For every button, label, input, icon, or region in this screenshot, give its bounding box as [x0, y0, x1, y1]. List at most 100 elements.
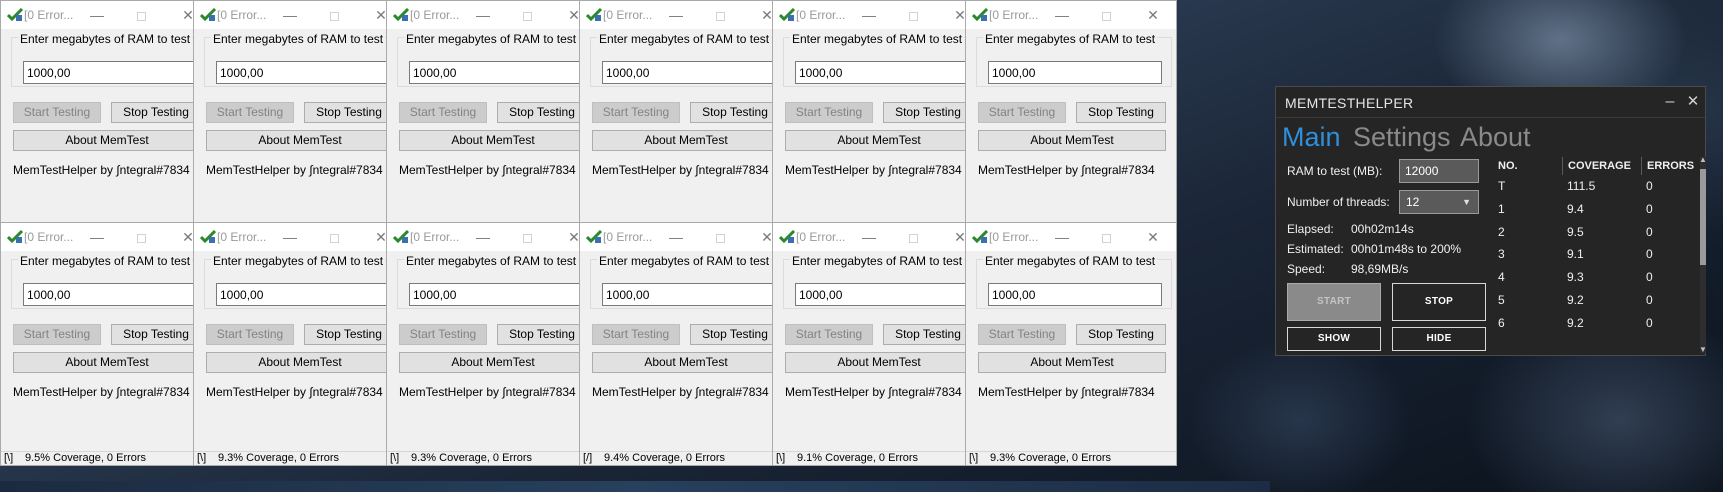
stop-testing-button[interactable]: Stop Testing — [883, 324, 973, 345]
start-testing-button[interactable]: Start Testing — [13, 324, 101, 345]
about-memtest-button[interactable]: About MemTest — [592, 130, 780, 151]
start-testing-button[interactable]: Start Testing — [592, 102, 680, 123]
tab-settings[interactable]: Settings — [1353, 122, 1451, 153]
maximize-icon[interactable] — [323, 226, 345, 248]
start-testing-button[interactable]: Start Testing — [399, 102, 487, 123]
table-row[interactable]: 6 9.2 0 — [1496, 316, 1681, 338]
threads-select[interactable]: 12 ▼ — [1399, 190, 1479, 214]
minimize-icon[interactable]: — — [858, 226, 880, 248]
ram-input[interactable] — [409, 283, 583, 306]
memtest-window[interactable]: [0 Error... — ✕ Enter megabytes of RAM t… — [193, 0, 405, 244]
about-memtest-button[interactable]: About MemTest — [978, 352, 1166, 373]
ram-input[interactable] — [409, 61, 583, 84]
start-testing-button[interactable]: Start Testing — [592, 324, 680, 345]
table-row[interactable]: 3 9.1 0 — [1496, 247, 1681, 269]
start-testing-button[interactable]: Start Testing — [206, 324, 294, 345]
memtest-window[interactable]: [0 Error... — ✕ Enter megabytes of RAM t… — [965, 222, 1177, 466]
memtest-window[interactable]: [0 Error... — ✕ Enter megabytes of RAM t… — [772, 0, 984, 244]
ram-input[interactable] — [23, 283, 197, 306]
start-testing-button[interactable]: Start Testing — [206, 102, 294, 123]
about-memtest-button[interactable]: About MemTest — [13, 352, 201, 373]
memtesthelper-window[interactable]: MEMTESTHELPER – ✕ Main Settings About RA… — [1275, 86, 1709, 356]
maximize-icon[interactable] — [1095, 4, 1117, 26]
title-bar[interactable]: [0 Error... — ✕ — [773, 1, 983, 29]
memtest-window[interactable]: [0 Error... — ✕ Enter megabytes of RAM t… — [386, 0, 598, 244]
minimize-icon[interactable]: — — [665, 226, 687, 248]
minimize-icon[interactable]: — — [279, 226, 301, 248]
table-scrollbar[interactable]: ▲ ▼ — [1697, 155, 1709, 355]
title-bar[interactable]: [0 Error... — ✕ — [194, 223, 404, 251]
minimize-icon[interactable]: — — [86, 4, 108, 26]
stop-testing-button[interactable]: Stop Testing — [1076, 102, 1166, 123]
title-bar[interactable]: [0 Error... — ✕ — [773, 223, 983, 251]
minimize-icon[interactable]: — — [858, 4, 880, 26]
ram-input[interactable] — [795, 283, 969, 306]
stop-testing-button[interactable]: Stop Testing — [497, 324, 587, 345]
start-testing-button[interactable]: Start Testing — [399, 324, 487, 345]
title-bar[interactable]: [0 Error... — ✕ — [966, 223, 1176, 251]
about-memtest-button[interactable]: About MemTest — [399, 130, 587, 151]
table-row[interactable]: T 111.5 0 — [1496, 179, 1681, 201]
minimize-icon[interactable]: — — [279, 4, 301, 26]
stop-button[interactable]: STOP — [1392, 283, 1486, 321]
stop-testing-button[interactable]: Stop Testing — [304, 102, 394, 123]
ram-input[interactable] — [216, 61, 390, 84]
about-memtest-button[interactable]: About MemTest — [978, 130, 1166, 151]
maximize-icon[interactable] — [902, 226, 924, 248]
about-memtest-button[interactable]: About MemTest — [592, 352, 780, 373]
memtest-window[interactable]: [0 Error... — ✕ Enter megabytes of RAM t… — [772, 222, 984, 466]
minimize-icon[interactable]: — — [472, 4, 494, 26]
about-memtest-button[interactable]: About MemTest — [785, 130, 973, 151]
ram-to-test-input[interactable] — [1399, 159, 1479, 183]
about-memtest-button[interactable]: About MemTest — [206, 352, 394, 373]
table-row[interactable]: 5 9.2 0 — [1496, 293, 1681, 315]
stop-testing-button[interactable]: Stop Testing — [497, 102, 587, 123]
scroll-thumb[interactable] — [1700, 169, 1706, 265]
about-memtest-button[interactable]: About MemTest — [13, 130, 201, 151]
maximize-icon[interactable] — [516, 4, 538, 26]
maximize-icon[interactable] — [130, 226, 152, 248]
title-bar[interactable]: [0 Error... — ✕ — [387, 223, 597, 251]
title-bar[interactable]: [0 Error... — ✕ — [580, 223, 790, 251]
about-memtest-button[interactable]: About MemTest — [206, 130, 394, 151]
title-bar[interactable]: [0 Error... — ✕ — [1, 1, 211, 29]
ram-input[interactable] — [988, 61, 1162, 84]
stop-testing-button[interactable]: Stop Testing — [111, 102, 201, 123]
stop-testing-button[interactable]: Stop Testing — [111, 324, 201, 345]
title-bar[interactable]: [0 Error... — ✕ — [194, 1, 404, 29]
memtest-window[interactable]: [0 Error... — ✕ Enter megabytes of RAM t… — [579, 0, 791, 244]
minimize-icon[interactable]: — — [472, 226, 494, 248]
tab-main[interactable]: Main — [1282, 122, 1341, 153]
table-row[interactable]: 4 9.3 0 — [1496, 270, 1681, 292]
minimize-icon[interactable]: — — [665, 4, 687, 26]
memtest-window[interactable]: [0 Error... — ✕ Enter megabytes of RAM t… — [193, 222, 405, 466]
maximize-icon[interactable] — [709, 4, 731, 26]
close-icon[interactable]: ✕ — [1142, 4, 1164, 26]
stop-testing-button[interactable]: Stop Testing — [883, 102, 973, 123]
about-memtest-button[interactable]: About MemTest — [785, 352, 973, 373]
table-row[interactable]: 1 9.4 0 — [1496, 202, 1681, 224]
column-header-coverage[interactable]: COVERAGE — [1562, 157, 1631, 175]
start-testing-button[interactable]: Start Testing — [978, 324, 1066, 345]
maximize-icon[interactable] — [709, 226, 731, 248]
title-bar[interactable]: [0 Error... — ✕ — [387, 1, 597, 29]
ram-input[interactable] — [216, 283, 390, 306]
maximize-icon[interactable] — [1095, 226, 1117, 248]
scroll-down-arrow-icon[interactable]: ▼ — [1697, 345, 1709, 355]
ram-input[interactable] — [23, 61, 197, 84]
start-testing-button[interactable]: Start Testing — [785, 324, 873, 345]
minimize-icon[interactable]: — — [1051, 226, 1073, 248]
column-header-errors[interactable]: ERRORS — [1641, 157, 1694, 175]
start-button[interactable]: START — [1287, 283, 1381, 321]
maximize-icon[interactable] — [902, 4, 924, 26]
stop-testing-button[interactable]: Stop Testing — [304, 324, 394, 345]
about-memtest-button[interactable]: About MemTest — [399, 352, 587, 373]
show-button[interactable]: SHOW — [1287, 327, 1381, 351]
ram-input[interactable] — [602, 61, 776, 84]
memtest-window[interactable]: [0 Error... — ✕ Enter megabytes of RAM t… — [0, 0, 212, 244]
maximize-icon[interactable] — [323, 4, 345, 26]
hide-button[interactable]: HIDE — [1392, 327, 1486, 351]
title-bar[interactable]: [0 Error... — ✕ — [580, 1, 790, 29]
start-testing-button[interactable]: Start Testing — [13, 102, 101, 123]
memtest-window[interactable]: [0 Error... — ✕ Enter megabytes of RAM t… — [386, 222, 598, 466]
